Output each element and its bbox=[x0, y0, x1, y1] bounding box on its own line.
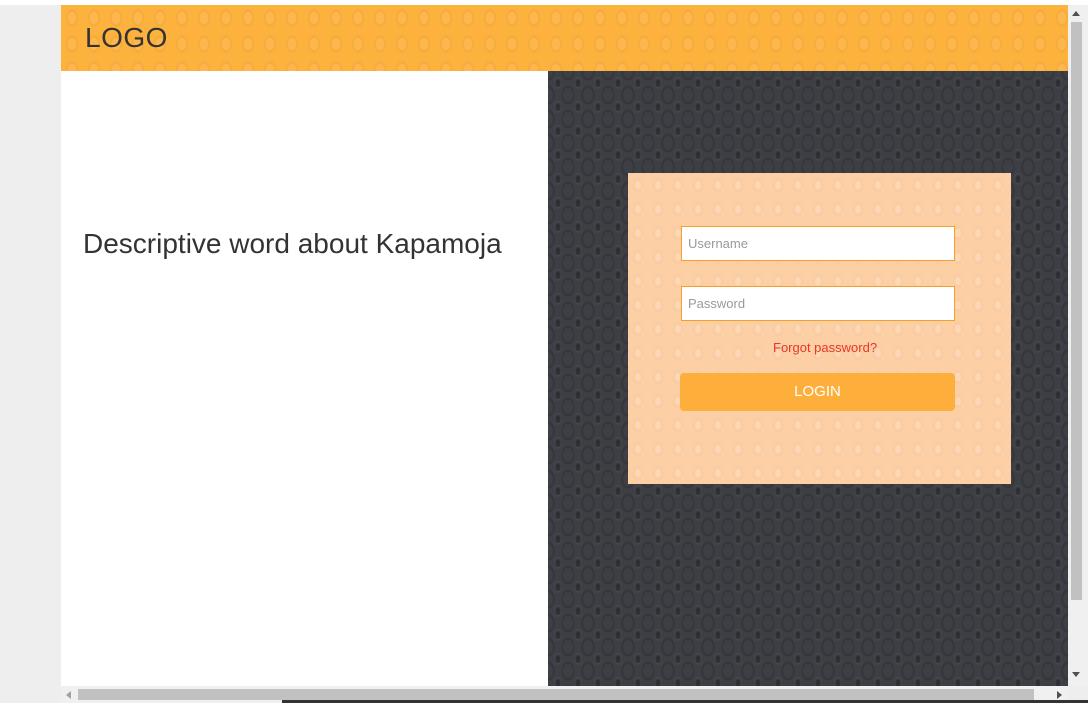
browser-viewport: LOGO Descriptive word about Kapamoja For… bbox=[0, 0, 1088, 703]
site-header: LOGO bbox=[61, 5, 1068, 71]
tagline: Descriptive word about Kapamoja bbox=[83, 228, 502, 259]
horizontal-scroll-thumb[interactable] bbox=[78, 689, 1034, 700]
arrow-left-icon[interactable] bbox=[66, 691, 71, 699]
password-input[interactable] bbox=[681, 286, 955, 321]
vertical-scrollbar[interactable] bbox=[1068, 5, 1088, 686]
arrow-up-icon[interactable] bbox=[1072, 11, 1080, 16]
logo[interactable]: LOGO bbox=[85, 24, 168, 52]
login-panel: Forgot password? LOGIN bbox=[548, 71, 1068, 686]
arrow-right-icon[interactable] bbox=[1057, 691, 1062, 699]
username-input[interactable] bbox=[681, 226, 955, 261]
login-page: LOGO Descriptive word about Kapamoja For… bbox=[61, 5, 1068, 686]
forgot-password-link[interactable]: Forgot password? bbox=[773, 340, 877, 355]
vertical-scroll-thumb[interactable] bbox=[1071, 22, 1082, 600]
arrow-down-icon[interactable] bbox=[1072, 672, 1080, 677]
login-form: Forgot password? LOGIN bbox=[628, 173, 1011, 484]
login-button[interactable]: LOGIN bbox=[680, 373, 955, 411]
intro-panel: Descriptive word about Kapamoja bbox=[61, 71, 548, 686]
